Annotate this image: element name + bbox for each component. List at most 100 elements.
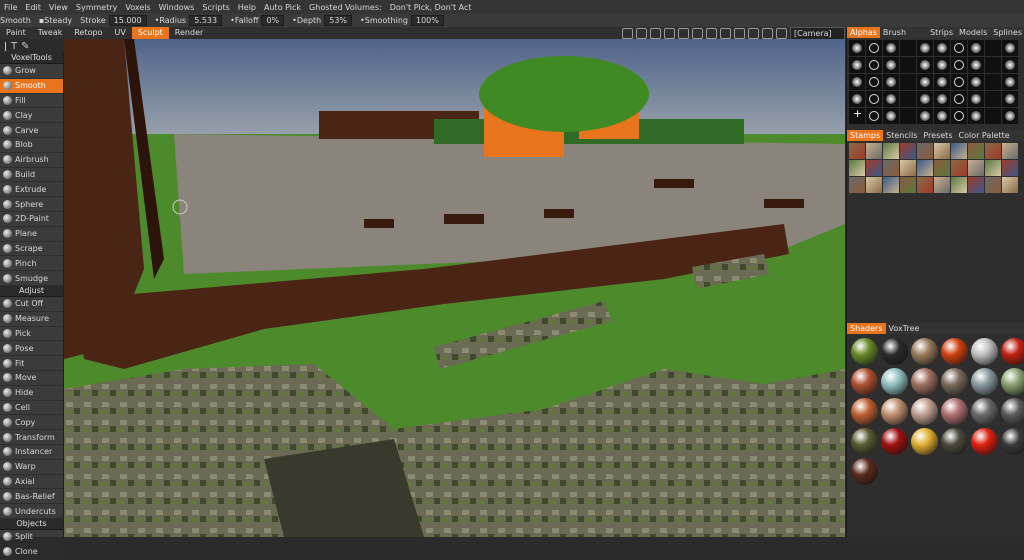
alpha-swatch[interactable] — [917, 108, 933, 124]
tool-scrape[interactable]: Scrape — [0, 242, 63, 257]
tool-grow[interactable]: Grow — [0, 64, 63, 79]
tool-measure[interactable]: Measure — [0, 312, 63, 327]
camera-select[interactable]: [Camera] — [790, 27, 845, 39]
alpha-swatch[interactable] — [900, 91, 916, 107]
alpha-swatch[interactable] — [1002, 74, 1018, 90]
tool-fit[interactable]: Fit — [0, 356, 63, 371]
panel-tab[interactable]: VoxTree — [886, 323, 923, 334]
rotate-view-icon[interactable] — [650, 28, 661, 39]
menu-item[interactable]: Auto Pick — [260, 3, 305, 12]
shader-ball[interactable] — [911, 368, 938, 395]
alpha-swatch[interactable] — [849, 91, 865, 107]
tool-copy[interactable]: Copy — [0, 415, 63, 431]
menu-item[interactable]: Scripts — [198, 3, 233, 12]
stamp-swatch[interactable] — [934, 160, 950, 176]
stamp-swatch[interactable] — [917, 143, 933, 159]
frame-icon[interactable] — [678, 28, 689, 39]
menu-item[interactable]: Windows — [155, 3, 199, 12]
stamp-swatch[interactable] — [900, 160, 916, 176]
alpha-swatch[interactable] — [968, 108, 984, 124]
alpha-swatch[interactable] — [968, 57, 984, 73]
alpha-swatch[interactable] — [968, 40, 984, 56]
panel-tab[interactable]: Alphas — [847, 27, 880, 38]
tool-instancer[interactable]: Instancer — [0, 445, 63, 460]
alpha-swatch[interactable] — [934, 57, 950, 73]
tool-plane[interactable]: Plane — [0, 227, 63, 242]
shader-ball[interactable] — [1001, 368, 1024, 395]
panel-tab[interactable]: Stencils — [883, 130, 920, 141]
shader-ball[interactable] — [971, 338, 998, 365]
alpha-swatch[interactable] — [934, 40, 950, 56]
tool-extrude[interactable]: Extrude — [0, 182, 63, 198]
alpha-swatch[interactable] — [985, 91, 1001, 107]
symmetry-icon[interactable] — [776, 28, 787, 39]
tool-axial[interactable]: Axial — [0, 475, 63, 490]
stamp-swatch[interactable] — [883, 160, 899, 176]
shader-ball[interactable] — [941, 428, 968, 455]
alpha-swatch[interactable] — [968, 74, 984, 90]
alpha-swatch[interactable] — [866, 108, 882, 124]
menu-item[interactable]: File — [0, 3, 21, 12]
tool-pick[interactable]: Pick — [0, 327, 63, 342]
new-alpha-button[interactable] — [849, 107, 865, 124]
stamp-swatch[interactable] — [883, 177, 899, 193]
shader-ball[interactable] — [1001, 428, 1024, 455]
alpha-swatch[interactable] — [934, 108, 950, 124]
alpha-swatch[interactable] — [866, 40, 882, 56]
tool-warp[interactable]: Warp — [0, 460, 63, 475]
alpha-swatch[interactable] — [900, 108, 916, 124]
alpha-swatch[interactable] — [951, 57, 967, 73]
falloff-input[interactable]: 0% — [261, 15, 285, 26]
stamp-swatch[interactable] — [866, 160, 882, 176]
alpha-swatch[interactable] — [951, 91, 967, 107]
stamp-swatch[interactable] — [968, 177, 984, 193]
menu-item[interactable]: Ghosted Volumes: — [305, 3, 386, 12]
stamp-swatch[interactable] — [968, 143, 984, 159]
stamp-swatch[interactable] — [934, 143, 950, 159]
alpha-swatch[interactable] — [883, 74, 899, 90]
tool-smooth[interactable]: Smooth — [0, 78, 63, 94]
alpha-swatch[interactable] — [866, 57, 882, 73]
panel-tab[interactable]: Color Palette — [956, 130, 1013, 141]
shader-ball[interactable] — [911, 398, 938, 425]
alpha-swatch[interactable] — [866, 74, 882, 90]
alpha-swatch[interactable] — [1002, 40, 1018, 56]
tool-move[interactable]: Move — [0, 371, 63, 386]
stamp-swatch[interactable] — [934, 177, 950, 193]
move-view-icon[interactable] — [636, 28, 647, 39]
panel-tab[interactable]: Splines — [990, 27, 1024, 38]
stamp-swatch[interactable] — [985, 143, 1001, 159]
stamp-swatch[interactable] — [883, 143, 899, 159]
alpha-swatch[interactable] — [985, 74, 1001, 90]
panel-tab[interactable]: Stamps — [847, 130, 884, 141]
tool-sphere[interactable]: Sphere — [0, 197, 63, 212]
shader-ball[interactable] — [971, 368, 998, 395]
zoom-view-icon[interactable] — [664, 28, 675, 39]
tool-pose[interactable]: Pose — [0, 341, 63, 357]
tool-blob[interactable]: Blob — [0, 138, 63, 153]
depth-input[interactable]: 53% — [324, 15, 353, 26]
tool-bas-relief[interactable]: Bas-Relief — [0, 489, 63, 505]
tool-build[interactable]: Build — [0, 168, 63, 183]
shader-ball[interactable] — [911, 338, 938, 365]
shader-ball[interactable] — [1001, 398, 1024, 425]
stroke-input[interactable]: 15.000 — [108, 15, 147, 26]
tab-render[interactable]: Render — [169, 27, 209, 39]
tool-smudge[interactable]: Smudge — [0, 271, 63, 286]
stamp-swatch[interactable] — [917, 177, 933, 193]
stamp-swatch[interactable] — [849, 143, 865, 159]
alpha-swatch[interactable] — [849, 40, 865, 56]
shader-ball[interactable] — [1001, 338, 1024, 365]
tool-airbrush[interactable]: Airbrush — [0, 153, 63, 168]
tool-cell[interactable]: Cell — [0, 401, 63, 416]
alpha-swatch[interactable] — [917, 74, 933, 90]
tool-hide[interactable]: Hide — [0, 386, 63, 401]
alpha-swatch[interactable] — [900, 74, 916, 90]
alpha-swatch[interactable] — [883, 40, 899, 56]
panel-tab[interactable]: Models — [956, 27, 990, 38]
stamp-swatch[interactable] — [951, 160, 967, 176]
tool-undercuts[interactable]: Undercuts — [0, 504, 63, 519]
panel-tab[interactable]: Brush Options — [880, 27, 927, 48]
3d-viewport[interactable] — [64, 39, 845, 537]
ortho-icon[interactable] — [762, 28, 773, 39]
